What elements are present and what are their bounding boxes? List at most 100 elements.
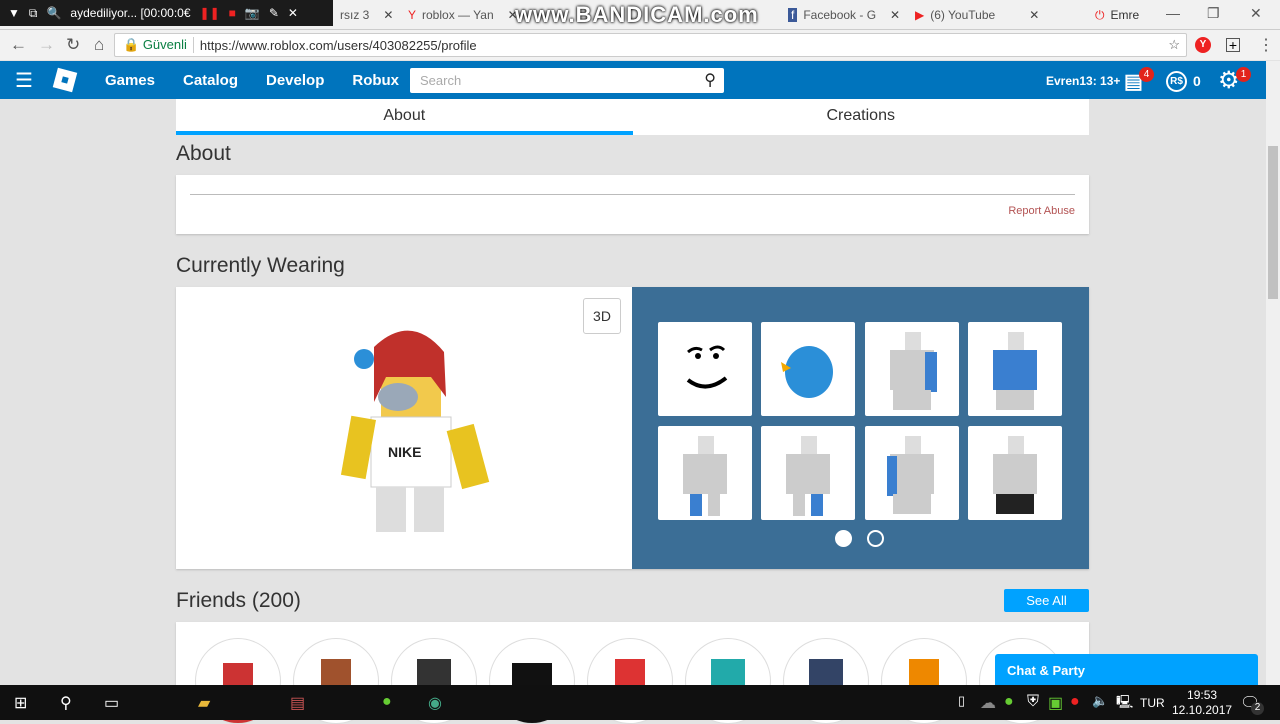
tab-title: Facebook - G bbox=[803, 8, 877, 22]
chrome-icon[interactable]: ◉ bbox=[428, 693, 442, 713]
utorrent-icon[interactable]: ● bbox=[382, 693, 392, 711]
pause-icon[interactable]: ❚❚ bbox=[200, 6, 220, 20]
camera-icon[interactable]: 📷 bbox=[245, 6, 260, 20]
utorrent-tray-icon[interactable]: ● bbox=[1004, 693, 1014, 711]
window-close-button[interactable]: ✕ bbox=[1250, 5, 1262, 22]
profile-icon: ⏻ bbox=[1095, 7, 1105, 22]
report-abuse-link[interactable]: Report Abuse bbox=[1008, 205, 1075, 217]
stop-icon[interactable]: ■ bbox=[229, 6, 236, 20]
url-text: https://www.roblox.com/users/403082255/p… bbox=[199, 37, 477, 53]
search-icon[interactable]: 🔍 bbox=[46, 6, 61, 20]
profile-button[interactable]: ⏻ Emre bbox=[1095, 4, 1139, 26]
about-card: Report Abuse bbox=[176, 175, 1089, 234]
reload-icon[interactable]: ↻ bbox=[66, 35, 84, 55]
see-all-button[interactable]: See All bbox=[1004, 589, 1089, 612]
security-label: Güvenli bbox=[142, 37, 187, 52]
about-heading: About bbox=[176, 142, 231, 165]
url-input[interactable]: 🔒 Güvenli https://www.roblox.com/users/4… bbox=[114, 33, 1187, 57]
language-indicator[interactable]: TUR bbox=[1140, 696, 1165, 710]
item-face[interactable] bbox=[658, 322, 752, 416]
restore-button[interactable]: ❐ bbox=[1207, 5, 1220, 22]
currently-wearing-heading: Currently Wearing bbox=[176, 254, 345, 277]
bookmark-star-icon[interactable]: ☆ bbox=[1168, 37, 1180, 53]
item-pants[interactable] bbox=[761, 426, 855, 520]
tab-title: rsız 3 bbox=[340, 8, 370, 22]
app-books-icon[interactable]: ▤ bbox=[290, 693, 305, 713]
tray-app-icon[interactable]: ▣ bbox=[1048, 693, 1063, 713]
record-icon[interactable]: ● bbox=[1070, 693, 1080, 711]
extension-plus-icon[interactable]: + bbox=[1226, 38, 1240, 52]
task-view-icon[interactable]: ▭ bbox=[104, 693, 119, 713]
windows-taskbar: ⊞ ⚲ ▭ ▰ ▤ ● ◉ ▯ ☁ ● ⛨ ▣ ● 🔈 🖳 TUR 19:53 1… bbox=[0, 685, 1280, 720]
tab-about[interactable]: About bbox=[176, 99, 633, 135]
item-shirt[interactable] bbox=[865, 322, 959, 416]
close-tab-icon[interactable]: ✕ bbox=[890, 8, 900, 22]
volume-icon[interactable]: 🔈 bbox=[1092, 693, 1108, 709]
avatar-3d-view[interactable]: NIKE bbox=[326, 317, 496, 532]
carousel-dot[interactable] bbox=[867, 530, 884, 547]
nav-games[interactable]: Games bbox=[105, 72, 155, 89]
chat-party-bar[interactable]: Chat & Party bbox=[995, 654, 1258, 686]
item-shirt[interactable] bbox=[968, 322, 1062, 416]
dropdown-icon[interactable]: ▼ bbox=[8, 6, 20, 20]
minimize-button[interactable]: — bbox=[1166, 5, 1180, 21]
item-pants[interactable] bbox=[968, 426, 1062, 520]
nav-robux[interactable]: Robux bbox=[352, 72, 399, 89]
carousel-dot-active[interactable] bbox=[835, 530, 852, 547]
friends-heading: Friends (200) bbox=[176, 589, 301, 612]
close-tab-icon[interactable]: ✕ bbox=[383, 8, 393, 22]
roblox-logo[interactable] bbox=[52, 67, 78, 93]
browser-menu-icon[interactable]: ⋮ bbox=[1258, 35, 1274, 55]
close-icon[interactable]: ✕ bbox=[288, 6, 298, 20]
window-icon[interactable]: ⧉ bbox=[29, 6, 38, 21]
forward-icon[interactable]: → bbox=[38, 35, 56, 55]
currently-wearing-card: NIKE 3D bbox=[176, 287, 1089, 569]
clock[interactable]: 19:53 12.10.2017 bbox=[1172, 688, 1232, 718]
svg-text:NIKE: NIKE bbox=[388, 444, 421, 460]
network-icon[interactable]: 🖳 bbox=[1116, 693, 1133, 715]
browser-tab[interactable]: Yroblox — Yan ✕ bbox=[408, 4, 518, 26]
extension-icon[interactable]: Y bbox=[1195, 37, 1211, 53]
tab-title: roblox — Yan bbox=[422, 8, 494, 22]
roblox-header: ☰ Games Catalog Develop Robux Search ⚲ Ev… bbox=[0, 61, 1266, 99]
item-shirt[interactable] bbox=[865, 426, 959, 520]
address-bar-row: ← → ↻ ⌂ 🔒 Güvenli https://www.roblox.com… bbox=[0, 30, 1280, 60]
browser-tab[interactable]: f Facebook - G ✕ bbox=[788, 4, 900, 26]
security-indicator[interactable]: 🔒 Güvenli bbox=[123, 37, 194, 53]
3d-toggle-button[interactable]: 3D bbox=[583, 298, 621, 334]
divider bbox=[190, 194, 1075, 195]
nav-catalog[interactable]: Catalog bbox=[183, 72, 238, 89]
windows-start-icon[interactable]: ⊞ bbox=[14, 693, 27, 713]
time: 19:53 bbox=[1187, 688, 1218, 702]
back-icon[interactable]: ← bbox=[10, 35, 28, 55]
onedrive-icon[interactable]: ☁ bbox=[980, 693, 996, 713]
browser-tab[interactable]: rsız 3 ✕ bbox=[340, 4, 393, 26]
notification-count: 2 bbox=[1251, 702, 1264, 715]
file-explorer-icon[interactable]: ▰ bbox=[198, 693, 210, 713]
pencil-icon[interactable]: ✎ bbox=[269, 6, 279, 20]
messages-badge: 4 bbox=[1139, 67, 1154, 82]
search-input[interactable]: Search ⚲ bbox=[410, 68, 724, 93]
username-age[interactable]: Evren13: 13+ bbox=[1046, 74, 1120, 88]
youtube-icon: ▶ bbox=[915, 8, 925, 22]
nav-develop[interactable]: Develop bbox=[266, 72, 324, 89]
settings-badge: 1 bbox=[1236, 67, 1251, 82]
robux-icon[interactable]: R$ bbox=[1166, 71, 1187, 92]
hamburger-menu-icon[interactable]: ☰ bbox=[15, 68, 33, 93]
tab-creations[interactable]: Creations bbox=[633, 99, 1090, 135]
item-pants[interactable] bbox=[658, 426, 752, 520]
facebook-icon: f bbox=[788, 8, 798, 22]
search-icon[interactable]: ⚲ bbox=[704, 70, 716, 90]
page-scrollbar[interactable] bbox=[1266, 61, 1280, 685]
home-icon[interactable]: ⌂ bbox=[94, 35, 112, 55]
profile-name: Emre bbox=[1110, 8, 1140, 22]
browser-tab[interactable]: ▶ (6) YouTube ✕ bbox=[915, 4, 1039, 26]
recorder-toolbar: ▼ ⧉ 🔍 aydediliyor... [00:00:0€ ❚❚ ■ 📷 ✎ ✕ bbox=[0, 0, 333, 26]
usb-icon[interactable]: ▯ bbox=[958, 693, 965, 709]
close-tab-icon[interactable]: ✕ bbox=[1029, 8, 1039, 22]
item-bird[interactable] bbox=[761, 322, 855, 416]
search-icon[interactable]: ⚲ bbox=[60, 693, 72, 713]
defender-icon[interactable]: ⛨ bbox=[1027, 693, 1039, 711]
scrollbar-thumb[interactable] bbox=[1268, 146, 1278, 299]
recorder-title: aydediliyor... [00:00:0€ bbox=[70, 6, 191, 20]
